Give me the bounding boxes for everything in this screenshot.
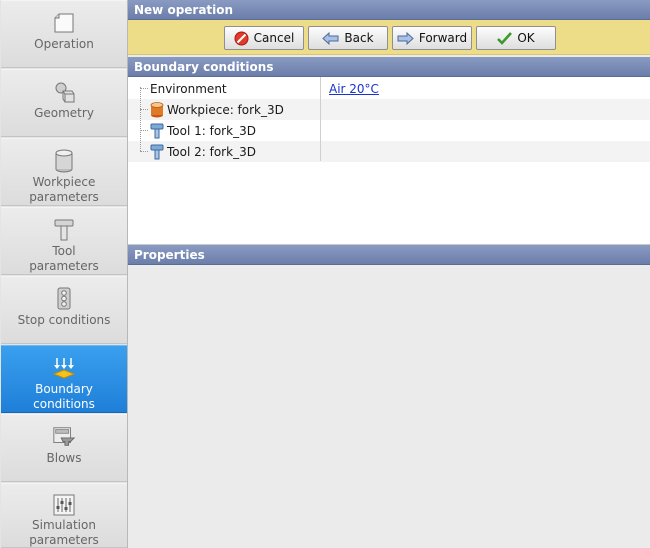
geometry-icon: [52, 80, 76, 104]
sidebar-item-operation[interactable]: Operation: [1, 0, 127, 68]
tree-row-tool-1[interactable]: Tool 1: fork_3D: [128, 120, 650, 141]
wizard-toolbar: Cancel Back Forward OK: [128, 20, 650, 55]
cancel-label: Cancel: [253, 31, 295, 45]
sidebar-item-blows[interactable]: Blows: [1, 414, 127, 482]
column-divider: [320, 77, 321, 161]
tree-connector: [140, 109, 148, 110]
main-panel: New operation Cancel Back Forward OK Bou…: [128, 0, 650, 548]
tool-icon: [150, 123, 164, 138]
tree-row-workpiece[interactable]: Workpiece: fork_3D: [128, 99, 650, 120]
tree-connector: [140, 151, 148, 152]
back-label: Back: [344, 31, 374, 45]
sliders-icon: [52, 494, 76, 516]
forward-label: Forward: [418, 31, 468, 45]
properties-panel: [128, 266, 650, 548]
properties-header: Properties: [128, 245, 650, 265]
boundary-conditions-header: Boundary conditions: [128, 57, 650, 77]
sidebar-item-label: Geometry: [34, 106, 94, 120]
tool-icon: [52, 218, 76, 242]
sidebar-item-label: Blows: [46, 451, 82, 465]
cancel-button[interactable]: Cancel: [224, 26, 304, 50]
tool-icon: [150, 144, 164, 159]
tree-row-label: Environment: [150, 81, 227, 96]
operation-icon: [52, 11, 76, 35]
tree-row-label: Tool 2: fork_3D: [167, 144, 256, 159]
tree-row-name: Tool 2: fork_3D: [150, 141, 256, 162]
tree-row-label: Tool 1: fork_3D: [167, 123, 256, 138]
sidebar-item-boundary-conditions[interactable]: Boundary conditions: [1, 345, 127, 413]
sidebar-item-label: Simulation parameters: [29, 518, 99, 547]
tree-row-label: Workpiece: fork_3D: [167, 102, 284, 117]
traffic-light-icon: [52, 287, 76, 311]
sidebar-item-label: Boundary conditions: [33, 382, 95, 411]
workpiece-icon: [52, 149, 76, 173]
sidebar: Operation Geometry Workpiece parameters …: [0, 0, 128, 548]
environment-link[interactable]: Air 20°C: [329, 82, 379, 96]
forward-button[interactable]: Forward: [392, 26, 472, 50]
boundary-icon: [52, 356, 76, 380]
boundary-conditions-tree: Environment Air 20°C Workpiece: fork_3D …: [128, 77, 650, 245]
ok-label: OK: [517, 31, 535, 45]
sidebar-item-label: Workpiece parameters: [29, 175, 99, 204]
workpiece-icon: [150, 101, 164, 117]
tree-row-environment[interactable]: Environment Air 20°C: [128, 78, 650, 99]
tree-row-name: Workpiece: fork_3D: [150, 99, 284, 120]
sidebar-item-simulation-parameters[interactable]: Simulation parameters: [1, 483, 127, 548]
cancel-icon: [234, 31, 249, 45]
page-title: New operation: [128, 0, 650, 20]
arrow-right-icon: [397, 31, 414, 45]
checkmark-icon: [497, 32, 513, 45]
environment-value: Air 20°C: [329, 78, 379, 99]
sidebar-item-workpiece-parameters[interactable]: Workpiece parameters: [1, 138, 127, 206]
sidebar-item-stop-conditions[interactable]: Stop conditions: [1, 276, 127, 344]
tree-row-tool-2[interactable]: Tool 2: fork_3D: [128, 141, 650, 162]
sidebar-item-label: Tool parameters: [29, 244, 99, 273]
tree-connector: [140, 130, 148, 131]
ok-button[interactable]: OK: [476, 26, 556, 50]
sidebar-item-tool-parameters[interactable]: Tool parameters: [1, 207, 127, 275]
tree-row-name: Tool 1: fork_3D: [150, 120, 256, 141]
sidebar-item-label: Operation: [34, 37, 94, 51]
sidebar-item-geometry[interactable]: Geometry: [1, 69, 127, 137]
tree-connector: [140, 87, 141, 151]
blows-icon: [52, 425, 76, 449]
arrow-left-icon: [322, 31, 339, 45]
back-button[interactable]: Back: [308, 26, 388, 50]
sidebar-item-label: Stop conditions: [17, 313, 111, 327]
tree-connector: [140, 88, 148, 89]
